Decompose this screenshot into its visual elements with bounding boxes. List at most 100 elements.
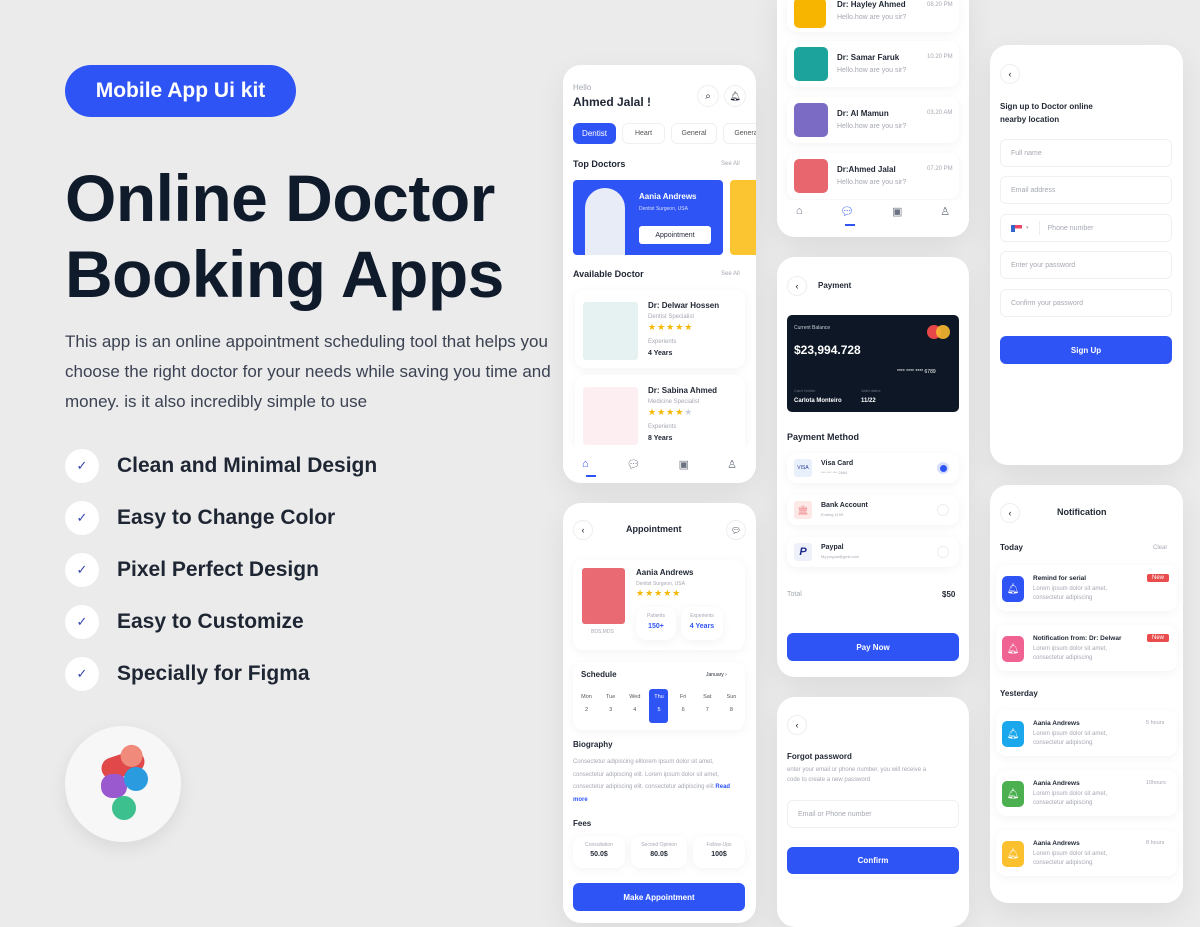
balance-card: Current Balance $23,994.728 **** **** **…	[787, 315, 959, 412]
day-option[interactable]: Thu 5	[649, 689, 669, 723]
chat-time: 08.20 PM	[927, 2, 953, 8]
notification-time: 8 hours	[1146, 840, 1165, 846]
day-option[interactable]: Wed 4	[625, 689, 644, 723]
day-option[interactable]: Mon 2	[577, 689, 596, 723]
home-icon[interactable]: ⌂	[796, 205, 803, 217]
featured-doctor-role: Dentist Surgeon, USA	[639, 206, 688, 212]
radio-unselected[interactable]	[937, 504, 949, 516]
signup-button[interactable]: Sign Up	[1000, 336, 1172, 364]
forgot-subtitle: enter your email or phone number. you wi…	[787, 767, 927, 783]
day-number: 2	[584, 707, 589, 713]
chat-item[interactable]: Dr: Al Mamun Hello.how are you sir? 03.2…	[787, 97, 959, 143]
method-detail: *** *** *** 2684	[821, 470, 848, 475]
description: This app is an online appointment schedu…	[65, 332, 551, 411]
confirm-password-input[interactable]: Confirm your password	[1000, 289, 1172, 317]
fee-value: 50.0$	[590, 851, 608, 858]
payment-method-option[interactable]: 🏛︎ Bank Account Ending 1199	[787, 495, 959, 525]
chat-time: 07.20 PM	[927, 166, 953, 172]
check-icon: ✓	[65, 605, 99, 639]
balance-amount: $23,994.728	[794, 343, 861, 357]
confirm-button[interactable]: Confirm	[787, 847, 959, 874]
category-tab[interactable]: Dentist	[573, 123, 616, 144]
chat-icon[interactable]: 💬︎	[840, 205, 854, 218]
see-all-link[interactable]: See All	[721, 161, 740, 167]
notification-item[interactable]: 🔔︎ Aania Andrews Lorem ipsum dolor sit ame…	[996, 830, 1177, 876]
notification-body: Lorem ipsum dolor sit amet, consectetur …	[1033, 791, 1108, 806]
clear-button[interactable]: Clear	[1153, 545, 1167, 551]
chat-item[interactable]: Dr:Ahmed Jalal Hello.how are you sir? 07…	[787, 153, 959, 199]
doctor-card[interactable]: Dr: Delwar Hossen Dentist Specialist ★★★…	[575, 290, 745, 368]
fee-label: Consultation	[585, 842, 613, 848]
feature-item: ✓ Easy to Change Color	[65, 492, 377, 544]
calendar-icon[interactable]: ▣	[892, 205, 902, 218]
back-button[interactable]: ‹	[1000, 64, 1020, 84]
chat-item[interactable]: Dr: Hayley Ahmed Hello.how are you sir? …	[787, 0, 959, 32]
chevron-left-icon: ‹	[1008, 508, 1012, 518]
chat-item[interactable]: Dr: Samar Faruk Hello.how are you sir? 1…	[787, 41, 959, 87]
pay-now-button[interactable]: Pay Now	[787, 633, 959, 661]
title-line-1: Online Doctor	[65, 161, 495, 235]
see-all-link[interactable]: See All	[721, 271, 740, 277]
feature-label: Clean and Minimal Design	[117, 454, 378, 477]
password-input[interactable]: Enter your password	[1000, 251, 1172, 279]
home-icon[interactable]: ⌂	[582, 458, 589, 470]
back-button[interactable]: ‹	[787, 715, 807, 735]
day-name: Sun	[726, 694, 737, 700]
doctor-photo	[582, 568, 625, 624]
payment-method-option[interactable]: P Paypal My.paypal@gmil.com	[787, 537, 959, 567]
bell-icon: 🔔︎	[1002, 841, 1024, 867]
make-appointment-button[interactable]: Make Appointment	[573, 883, 745, 911]
day-option[interactable]: Tue 3	[601, 689, 620, 723]
experience-label: Experients	[690, 613, 714, 619]
notification-button[interactable]: 🔔︎	[724, 85, 746, 107]
category-tab[interactable]: Heart	[622, 123, 665, 144]
doctor-avatar	[794, 0, 826, 28]
search-button[interactable]: ⌕	[697, 85, 719, 107]
doctor-specialty: Medicine Specialist	[648, 399, 700, 405]
payment-method-option[interactable]: VISA Visa Card *** *** *** 2684	[787, 453, 959, 483]
month-selector[interactable]: January ›	[706, 672, 727, 678]
day-option[interactable]: Fri 6	[674, 689, 693, 723]
notification-item[interactable]: 🔔︎ Notification from: Dr: Delwar Lorem ips…	[996, 625, 1177, 671]
notification-item[interactable]: 🔔︎ Aania Andrews Lorem ipsum dolor sit ame…	[996, 710, 1177, 756]
feature-label: Easy to Change Color	[117, 506, 336, 529]
featured-doctor-card[interactable]: Aania Andrews Dentist Surgeon, USA Appoi…	[573, 180, 723, 255]
phone-input[interactable]: ▾ Phone number	[1000, 214, 1172, 242]
profile-icon[interactable]: ♙	[727, 458, 737, 471]
radio-unselected[interactable]	[937, 546, 949, 558]
total-label: Total	[787, 591, 802, 598]
day-name: Thu	[654, 694, 664, 700]
notification-item[interactable]: 🔔︎ Remind for serial Lorem ipsum dolor sit…	[996, 565, 1177, 611]
doctor-photo	[585, 188, 625, 255]
day-option[interactable]: Sat 7	[698, 689, 717, 723]
profile-icon[interactable]: ♙	[940, 205, 950, 218]
check-icon: ✓	[65, 553, 99, 587]
day-name: Tue	[606, 694, 616, 700]
doctor-card[interactable]: Dr: Sabina Ahmed Medicine Specialist ★★★…	[575, 375, 745, 453]
email-input[interactable]: Email address	[1000, 176, 1172, 204]
full-name-input[interactable]: Full name	[1000, 139, 1172, 167]
chat-icon[interactable]: 💬︎	[627, 458, 641, 471]
back-button[interactable]: ‹	[1000, 503, 1020, 523]
day-name: Wed	[629, 694, 641, 700]
radio-selected[interactable]	[937, 462, 949, 474]
appointment-button[interactable]: Appointment	[639, 226, 711, 244]
back-button[interactable]: ‹	[573, 520, 593, 540]
calendar-icon[interactable]: ▣	[679, 458, 689, 471]
chat-message: Hello.how are you sir?	[837, 14, 907, 21]
category-tab[interactable]: Genera	[723, 123, 756, 144]
country-dropdown-icon[interactable]: ▾	[1026, 225, 1029, 231]
schedule-card: Schedule January › Mon 2 Tue 3 Wed 4 Thu 5 Fri 6 S…	[573, 662, 745, 730]
us-flag-icon	[1011, 224, 1022, 232]
chat-message: Hello.how are you sir?	[837, 179, 907, 186]
day-option[interactable]: Sun 8	[722, 689, 741, 723]
category-tab[interactable]: General	[671, 123, 717, 144]
feature-item: ✓ Clean and Minimal Design	[65, 440, 377, 492]
notification-body: Lorem ipsum dolor sit amet, consectetur …	[1033, 731, 1108, 746]
notification-item[interactable]: 🔔︎ Aania Andrews Lorem ipsum dolor sit ame…	[996, 770, 1177, 816]
featured-doctor-card[interactable]	[730, 180, 756, 255]
back-button[interactable]: ‹	[787, 276, 807, 296]
email-or-phone-input[interactable]: Email or Phone number	[787, 800, 959, 828]
chat-icon: 💬︎	[730, 525, 742, 535]
chat-button[interactable]: 💬︎	[726, 520, 746, 540]
